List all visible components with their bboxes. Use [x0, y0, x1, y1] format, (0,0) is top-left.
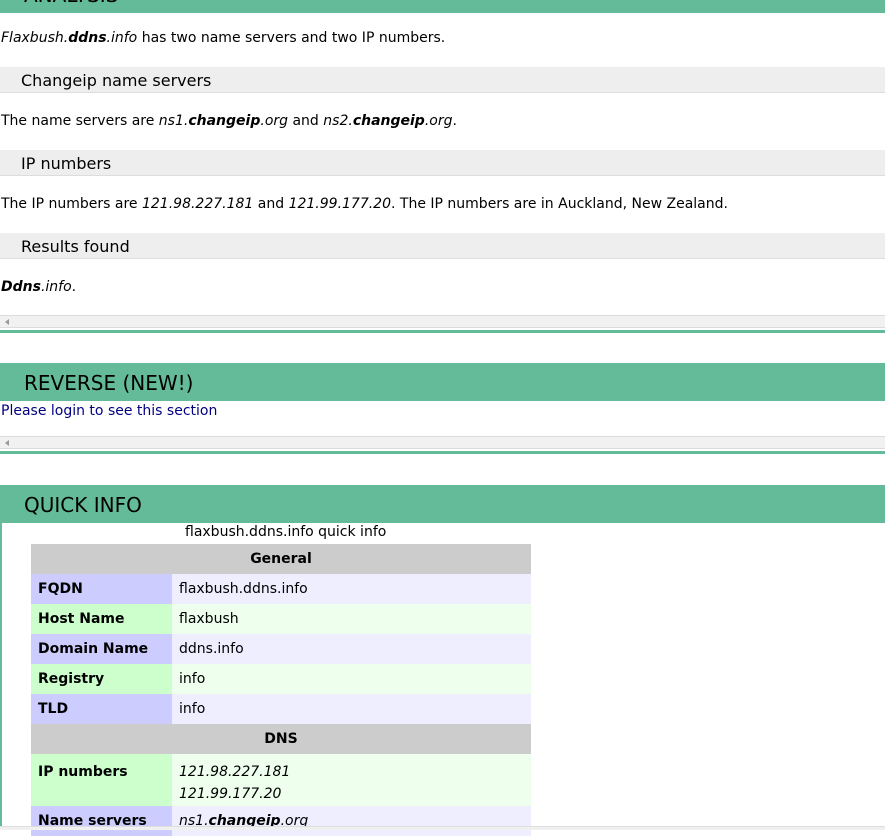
table-row: IP numbers 121.98.227.181 121.99.177.20 [31, 754, 531, 806]
host-name-value: flaxbush [172, 604, 531, 634]
scroll-left-arrow-icon[interactable] [5, 440, 9, 446]
table-row: Domain Name ddns.info [31, 634, 531, 664]
analysis-horizontal-scrollbar[interactable] [0, 315, 885, 328]
dns-heading: DNS [31, 724, 531, 754]
general-heading: General [31, 544, 531, 574]
table-row: General [31, 544, 531, 574]
analysis-header: ANALYSIS [0, 0, 885, 13]
table-row: DNS [31, 724, 531, 754]
name-servers-label: Name servers [31, 806, 172, 836]
nameservers-heading: Changeip name servers [0, 67, 885, 93]
name-servers-value: ns1.changeip.org [172, 806, 531, 836]
nameservers-text: The name servers are ns1.changeip.org an… [1, 113, 457, 129]
domain-name-label: Domain Name [31, 634, 172, 664]
reverse-header: REVERSE (NEW!) [0, 363, 885, 401]
tld-value: info [172, 694, 531, 724]
reverse-horizontal-scrollbar[interactable] [0, 436, 885, 449]
quick-info-left-border [0, 523, 2, 829]
registry-value: info [172, 664, 531, 694]
reverse-section: REVERSE (NEW!) [0, 363, 885, 401]
fqdn-label: FQDN [31, 574, 172, 604]
registry-label: Registry [31, 664, 172, 694]
reverse-login-link[interactable]: Please login to see this section [1, 403, 217, 419]
ip-number-1: 121.98.227.181 [179, 764, 291, 780]
scroll-left-arrow-icon[interactable] [5, 319, 9, 325]
domain-name-value: ddns.info [172, 634, 531, 664]
quick-info-header: QUICK INFO [0, 485, 885, 523]
ip-heading: IP numbers [0, 150, 885, 176]
window-bottom-edge [0, 826, 885, 830]
tld-label: TLD [31, 694, 172, 724]
results-text: Ddns.info. [1, 279, 77, 295]
ip-text: The IP numbers are 121.98.227.181 and 12… [1, 196, 728, 212]
host-name-label: Host Name [31, 604, 172, 634]
table-row: Name servers ns1.changeip.org [31, 806, 531, 836]
table-row: FQDN flaxbush.ddns.info [31, 574, 531, 604]
ip-number-2: 121.99.177.20 [179, 786, 282, 802]
analysis-section: ANALYSIS [0, 0, 885, 13]
analysis-intro: Flaxbush.ddns.info has two name servers … [1, 30, 446, 46]
table-row: Host Name flaxbush [31, 604, 531, 634]
ip-numbers-label: IP numbers [31, 754, 172, 806]
quick-info-caption: flaxbush.ddns.info quick info [185, 524, 387, 540]
results-heading: Results found [0, 233, 885, 259]
ip-numbers-value: 121.98.227.181 121.99.177.20 [172, 754, 531, 806]
table-row: Registry info [31, 664, 531, 694]
quick-info-table: General FQDN flaxbush.ddns.info Host Nam… [31, 544, 531, 836]
reverse-bottom-border [0, 451, 885, 454]
quick-info-section: QUICK INFO [0, 485, 885, 523]
table-row: TLD info [31, 694, 531, 724]
analysis-bottom-border [0, 330, 885, 333]
fqdn-value: flaxbush.ddns.info [172, 574, 531, 604]
